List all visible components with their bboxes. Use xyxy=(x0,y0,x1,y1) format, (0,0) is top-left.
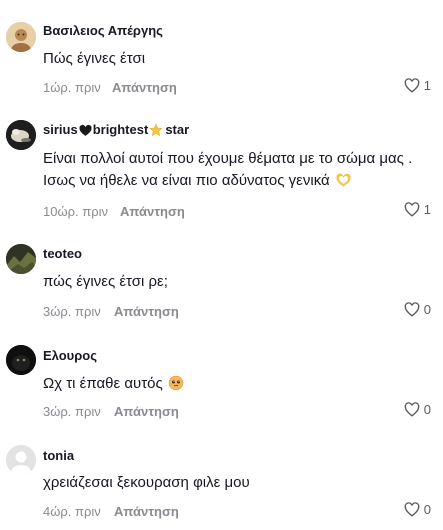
like-button[interactable]: 0 xyxy=(404,402,431,417)
username[interactable]: tonia xyxy=(43,448,74,463)
username[interactable]: Ελουρος xyxy=(43,348,97,363)
reply-button[interactable]: Απάντηση xyxy=(112,80,177,95)
like-count: 0 xyxy=(423,502,431,517)
username[interactable]: teoteo xyxy=(43,246,82,261)
heart-outline-icon xyxy=(404,402,420,417)
username[interactable]: Βασιλειος Απέργης xyxy=(43,23,163,38)
pleading-face-emoji xyxy=(168,375,184,391)
comment-item: sirius brightest star Είναι πολλοί αυτοί π… xyxy=(0,108,443,226)
username-part: star xyxy=(165,122,190,137)
comment-text: πώς έγινες έτσι ρε; xyxy=(43,273,168,290)
reply-button[interactable]: Απάντηση xyxy=(114,504,179,519)
avatar[interactable] xyxy=(6,445,36,475)
comment-text-line: Είναι πολλοί αυτοί που έχουμε θέματα με … xyxy=(43,150,413,167)
comment-text: Ωχ τι έπαθε αυτός xyxy=(43,373,184,395)
like-count: 0 xyxy=(423,302,431,317)
star-emoji xyxy=(149,123,164,139)
heart-outline-icon xyxy=(404,202,420,217)
avatar[interactable] xyxy=(6,22,36,52)
comment-item: Ελουρος Ωχ τι έπαθε αυτός 3ώρ. πριν Απάν… xyxy=(0,328,443,430)
avatar[interactable] xyxy=(6,345,36,375)
timestamp: 4ώρ. πριν xyxy=(43,504,101,519)
comment-text-content: Ωχ τι έπαθε αυτός xyxy=(43,375,163,392)
heart-outline-icon xyxy=(404,502,420,517)
comment-text-line-content: Ισως να ήθελε να είναι πιο αδύνατος γενι… xyxy=(43,172,330,189)
timestamp: 1ώρ. πριν xyxy=(43,80,101,95)
comment-item: Βασιλειος Απέργης Πώς έγινες έτσι 1ώρ. π… xyxy=(0,0,443,108)
comment-text: χρειάζεσαι ξεκουραση φιλε μου xyxy=(43,474,250,491)
reply-button[interactable]: Απάντηση xyxy=(114,404,179,419)
like-button[interactable]: 0 xyxy=(404,502,431,517)
comment-item: tonia χρειάζεσαι ξεκουραση φιλε μου 4ώρ.… xyxy=(0,430,443,530)
comment-item: teoteo πώς έγινες έτσι ρε; 3ώρ. πριν Απά… xyxy=(0,226,443,328)
like-button[interactable]: 1 xyxy=(404,78,431,93)
comment-text-line: Ισως να ήθελε να είναι πιο αδύνατος γενι… xyxy=(43,170,352,192)
avatar[interactable] xyxy=(6,244,36,274)
reply-button[interactable]: Απάντηση xyxy=(120,204,185,219)
timestamp: 10ώρ. πριν xyxy=(43,204,108,219)
heart-outline-icon xyxy=(404,78,420,93)
like-count: 1 xyxy=(423,78,431,93)
avatar[interactable] xyxy=(6,120,36,150)
heart-hands-emoji xyxy=(335,173,352,188)
username-part: brightest xyxy=(92,122,149,137)
like-count: 1 xyxy=(423,202,431,217)
heart-outline-icon xyxy=(404,302,420,317)
reply-button[interactable]: Απάντηση xyxy=(114,304,179,319)
timestamp: 3ώρ. πριν xyxy=(43,304,101,319)
comment-text: Πώς έγινες έτσι xyxy=(43,50,146,67)
like-button[interactable]: 1 xyxy=(404,202,431,217)
like-count: 0 xyxy=(423,402,431,417)
like-button[interactable]: 0 xyxy=(404,302,431,317)
black-heart-emoji xyxy=(79,124,92,140)
username-part: sirius xyxy=(43,122,78,137)
timestamp: 3ώρ. πριν xyxy=(43,404,101,419)
username[interactable]: sirius brightest star xyxy=(43,122,189,140)
